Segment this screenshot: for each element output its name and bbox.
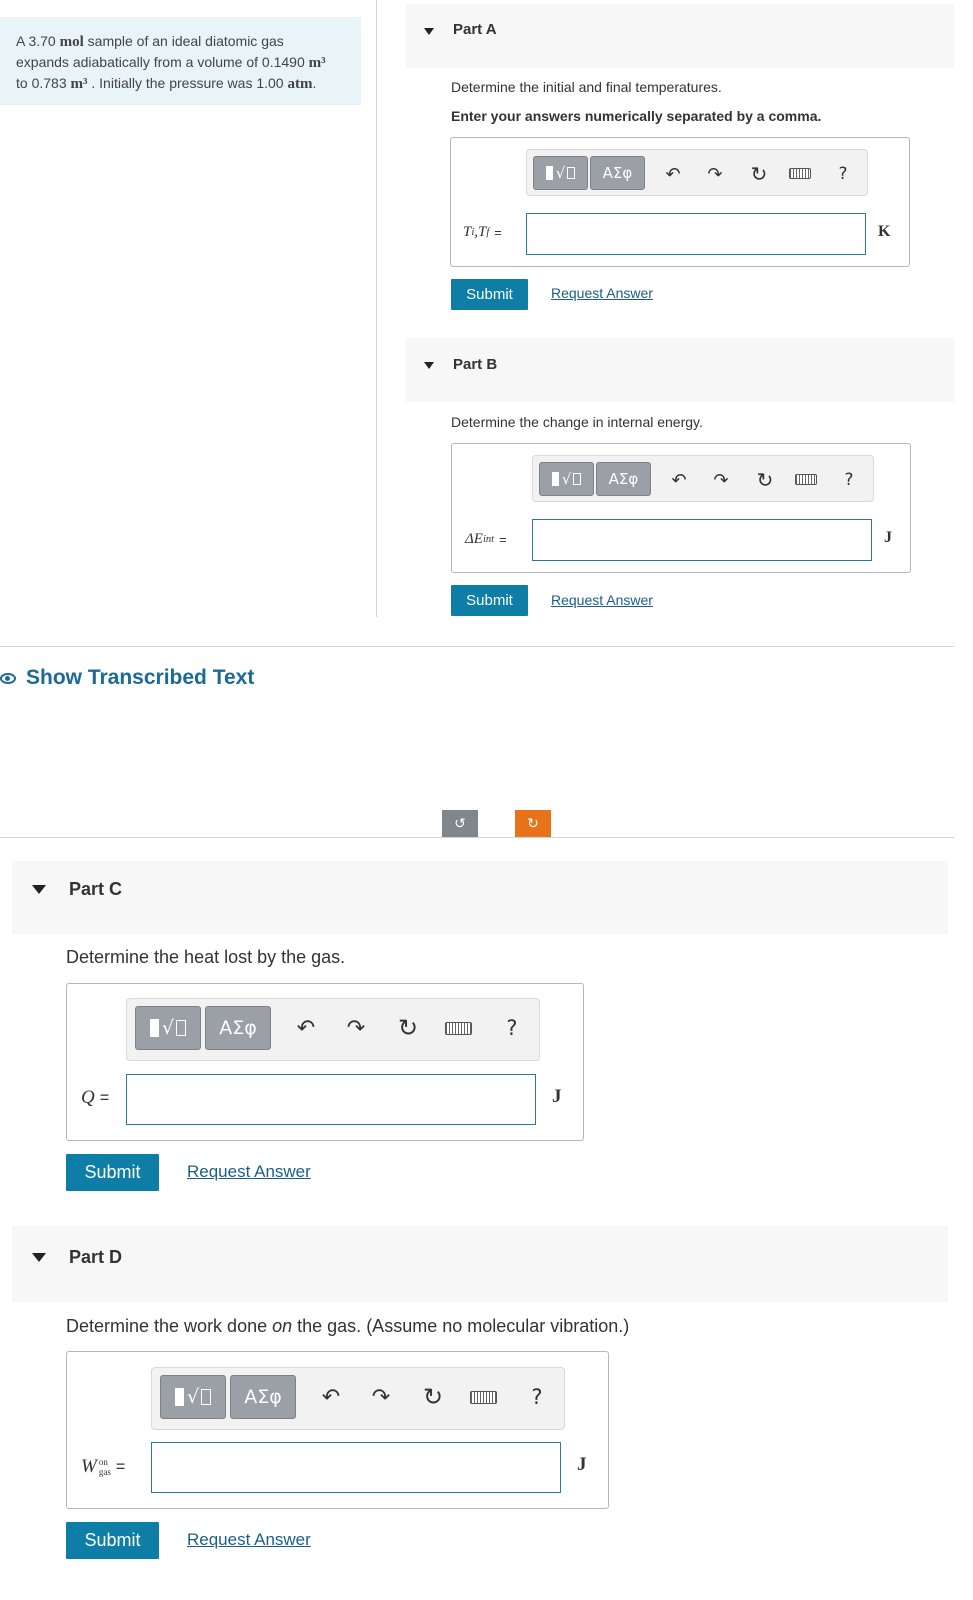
- part-b-title: Part B: [453, 356, 498, 373]
- part-c-answer-box: √ ΑΣφ ↶ ↷ ↻ ? Q = J: [66, 983, 584, 1141]
- reset-icon[interactable]: ↻: [391, 1011, 425, 1045]
- caret-down-icon: [424, 362, 434, 369]
- part-b-unit: J: [884, 529, 892, 546]
- caret-down-icon: [424, 28, 434, 35]
- reset-icon[interactable]: ↻: [745, 160, 773, 188]
- part-d-header[interactable]: Part D: [12, 1226, 948, 1302]
- help-icon[interactable]: ?: [520, 1380, 554, 1414]
- part-d-answer-input[interactable]: [151, 1442, 561, 1493]
- keyboard-icon[interactable]: [789, 168, 811, 179]
- math-toolbar: √ ΑΣφ ↶ ↷ ↻ ?: [526, 149, 868, 196]
- part-b-header[interactable]: Part B: [406, 338, 954, 402]
- part-a-header[interactable]: Part A: [406, 4, 954, 68]
- part-c-answer-input[interactable]: [126, 1074, 536, 1125]
- show-transcribed-text-link[interactable]: Show Transcribed Text: [0, 666, 254, 690]
- part-a-prompt: Determine the initial and final temperat…: [451, 79, 722, 95]
- part-a-answer-box: √ ΑΣφ ↶ ↷ ↻ ? Ti ,T f = K: [450, 137, 910, 267]
- part-d-submit-button[interactable]: Submit: [66, 1522, 159, 1559]
- part-b-submit-button[interactable]: Submit: [451, 585, 528, 616]
- part-d-answer-box: √ ΑΣφ ↶ ↷ ↻ ? W on gas = J: [66, 1351, 609, 1509]
- template-button[interactable]: √: [539, 462, 594, 496]
- part-c-request-answer-link[interactable]: Request Answer: [187, 1162, 311, 1182]
- part-d-request-answer-link[interactable]: Request Answer: [187, 1530, 311, 1550]
- undo-icon[interactable]: ↶: [665, 466, 693, 494]
- part-d-unit: J: [577, 1454, 587, 1475]
- part-b-answer-input[interactable]: [532, 519, 872, 561]
- template-button[interactable]: √: [160, 1375, 226, 1419]
- redo-icon[interactable]: ↷: [339, 1011, 373, 1045]
- keyboard-icon[interactable]: [445, 1022, 472, 1035]
- redo-icon[interactable]: ↷: [364, 1380, 398, 1414]
- keyboard-icon[interactable]: [795, 474, 817, 485]
- part-d-title: Part D: [69, 1247, 123, 1267]
- part-a-answer-input[interactable]: [526, 213, 866, 255]
- caret-down-icon: [32, 885, 46, 894]
- part-b-answer-box: √ ΑΣφ ↶ ↷ ↻ ? ΔE int = J: [451, 443, 911, 573]
- symbols-button[interactable]: ΑΣφ: [230, 1375, 296, 1419]
- redo-icon[interactable]: ↷: [701, 160, 729, 188]
- part-a-variable-label: Ti ,T f =: [463, 223, 502, 240]
- redo-icon[interactable]: ↷: [707, 466, 735, 494]
- part-b-request-answer-link[interactable]: Request Answer: [551, 592, 653, 608]
- problem-statement: A 3.70 mol sample of an ideal diatomic g…: [0, 17, 361, 105]
- section-divider: [0, 646, 954, 647]
- template-button[interactable]: √: [135, 1006, 201, 1050]
- symbols-button[interactable]: ΑΣφ: [205, 1006, 271, 1050]
- keyboard-icon[interactable]: [470, 1391, 497, 1404]
- part-d-prompt: Determine the work done on the gas. (Ass…: [66, 1316, 630, 1336]
- part-c-unit: J: [552, 1086, 562, 1107]
- rotate-right-button[interactable]: ↻: [515, 810, 551, 837]
- math-toolbar: √ ΑΣφ ↶ ↷ ↻ ?: [151, 1367, 565, 1430]
- part-c-variable-label: Q =: [81, 1087, 110, 1108]
- part-c-title: Part C: [69, 879, 123, 899]
- part-b-prompt: Determine the change in internal energy.: [451, 414, 703, 430]
- part-a-instruction: Enter your answers numerically separated…: [451, 108, 822, 124]
- symbols-button[interactable]: ΑΣφ: [596, 462, 651, 496]
- section-divider: [0, 837, 954, 838]
- help-icon[interactable]: ?: [829, 160, 857, 188]
- part-a-request-answer-link[interactable]: Request Answer: [551, 285, 653, 301]
- part-c-header[interactable]: Part C: [12, 861, 948, 934]
- rotate-left-button[interactable]: ↺: [442, 810, 478, 837]
- part-c-prompt: Determine the heat lost by the gas.: [66, 947, 346, 967]
- part-c-submit-button[interactable]: Submit: [66, 1154, 159, 1191]
- help-icon[interactable]: ?: [495, 1011, 529, 1045]
- math-toolbar: √ ΑΣφ ↶ ↷ ↻ ?: [532, 455, 874, 502]
- undo-icon[interactable]: ↶: [314, 1380, 348, 1414]
- part-a-unit: K: [878, 223, 891, 240]
- help-icon[interactable]: ?: [835, 466, 863, 494]
- part-a-title: Part A: [453, 21, 497, 38]
- reset-icon[interactable]: ↻: [751, 466, 779, 494]
- undo-icon[interactable]: ↶: [659, 160, 687, 188]
- part-a-submit-button[interactable]: Submit: [451, 279, 528, 310]
- math-toolbar: √ ΑΣφ ↶ ↷ ↻ ?: [126, 998, 540, 1061]
- part-b-variable-label: ΔE int =: [465, 530, 507, 547]
- eye-icon: [0, 672, 16, 684]
- column-divider: [376, 0, 377, 617]
- symbols-button[interactable]: ΑΣφ: [590, 156, 645, 190]
- part-d-variable-label: W on gas =: [81, 1456, 126, 1477]
- template-button[interactable]: √: [533, 156, 588, 190]
- reset-icon[interactable]: ↻: [416, 1380, 450, 1414]
- caret-down-icon: [32, 1253, 46, 1262]
- undo-icon[interactable]: ↶: [289, 1011, 323, 1045]
